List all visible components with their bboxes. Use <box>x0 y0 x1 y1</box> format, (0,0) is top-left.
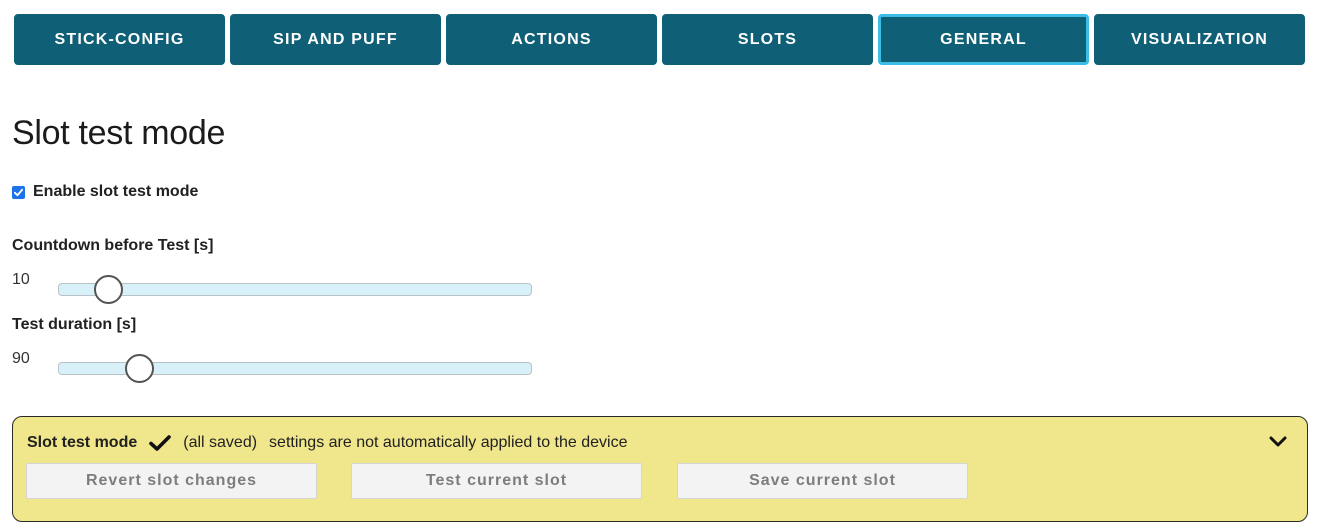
slot-test-mode-panel: Slot test mode (all saved) settings are … <box>12 416 1308 522</box>
test-current-slot-button[interactable]: Test current slot <box>351 463 642 499</box>
panel-note: settings are not automatically applied t… <box>269 434 628 451</box>
duration-slider[interactable] <box>58 354 532 383</box>
tab-sip-and-puff[interactable]: SIP AND PUFF <box>230 14 441 65</box>
save-status: (all saved) <box>183 434 258 451</box>
enable-slot-test-mode-label: Enable slot test mode <box>33 183 199 200</box>
main-tab-bar: STICK-CONFIG SIP AND PUFF ACTIONS SLOTS … <box>14 14 1305 65</box>
duration-value: 90 <box>12 350 30 367</box>
duration-label: Test duration [s] <box>12 316 137 333</box>
countdown-slider-track[interactable] <box>58 283 532 296</box>
tab-actions[interactable]: ACTIONS <box>446 14 657 65</box>
checkbox-check-icon <box>13 188 24 196</box>
tab-stick-config[interactable]: STICK-CONFIG <box>14 14 225 65</box>
panel-title: Slot test mode <box>27 434 138 451</box>
countdown-slider[interactable] <box>58 275 532 304</box>
chevron-down-icon[interactable] <box>1269 435 1287 449</box>
save-current-slot-button[interactable]: Save current slot <box>677 463 968 499</box>
tab-slots[interactable]: SLOTS <box>662 14 873 65</box>
page-title: Slot test mode <box>12 114 226 152</box>
enable-slot-test-mode-row[interactable]: Enable slot test mode <box>12 183 198 201</box>
tab-visualization[interactable]: VISUALIZATION <box>1094 14 1305 65</box>
tab-general[interactable]: GENERAL <box>878 14 1089 65</box>
enable-slot-test-mode-checkbox[interactable] <box>12 185 25 199</box>
duration-slider-thumb[interactable] <box>124 354 154 383</box>
checkmark-icon <box>149 435 172 451</box>
revert-slot-changes-button[interactable]: Revert slot changes <box>26 463 317 499</box>
panel-header: Slot test mode (all saved) settings are … <box>27 434 627 452</box>
countdown-slider-thumb[interactable] <box>93 275 123 304</box>
countdown-label: Countdown before Test [s] <box>12 237 214 254</box>
countdown-value: 10 <box>12 271 30 288</box>
